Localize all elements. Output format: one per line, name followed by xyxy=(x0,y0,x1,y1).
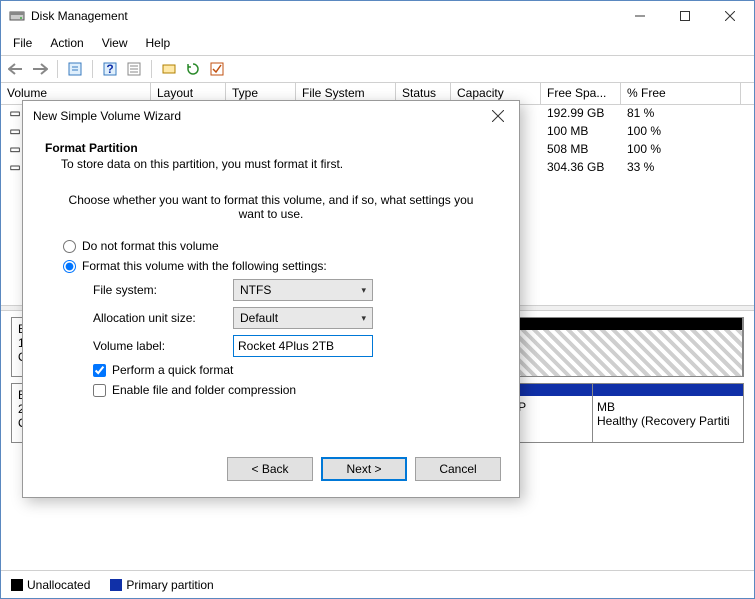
radio-no-format[interactable]: Do not format this volume xyxy=(63,239,479,253)
col-pct-free[interactable]: % Free xyxy=(621,83,741,104)
toolbar: ? xyxy=(1,55,754,83)
menu-view[interactable]: View xyxy=(94,33,136,53)
menu-action[interactable]: Action xyxy=(42,33,91,53)
minimize-button[interactable] xyxy=(617,2,662,30)
volume-icon: ▭ xyxy=(7,106,23,120)
refresh-icon[interactable] xyxy=(184,60,202,78)
svg-text:?: ? xyxy=(106,62,113,76)
properties-icon[interactable] xyxy=(66,60,84,78)
close-button[interactable] xyxy=(707,2,752,30)
col-free-space[interactable]: Free Spa... xyxy=(541,83,621,104)
dialog-titlebar: New Simple Volume Wizard xyxy=(23,101,519,131)
dialog-close-button[interactable] xyxy=(483,101,513,131)
dialog-title: New Simple Volume Wizard xyxy=(33,109,483,123)
detail-view-icon[interactable] xyxy=(125,60,143,78)
volume-icon: ▭ xyxy=(7,124,23,138)
help-icon[interactable]: ? xyxy=(101,60,119,78)
vol-label-label: Volume label: xyxy=(93,339,233,353)
partition-recovery[interactable]: MB Healthy (Recovery Partiti xyxy=(593,384,743,442)
file-system-select[interactable]: NTFS ▾ xyxy=(233,279,373,301)
chevron-down-icon: ▾ xyxy=(361,285,366,296)
menu-help[interactable]: Help xyxy=(138,33,179,53)
titlebar: Disk Management xyxy=(1,1,754,31)
volume-icon: ▭ xyxy=(7,160,23,174)
dialog-header: Format Partition To store data on this p… xyxy=(23,131,519,171)
swatch-primary xyxy=(110,579,122,591)
radio-no-format-input[interactable] xyxy=(63,240,76,253)
menu-file[interactable]: File xyxy=(5,33,40,53)
settings-check-icon[interactable] xyxy=(208,60,226,78)
fs-label: File system: xyxy=(93,283,233,297)
maximize-button[interactable] xyxy=(662,2,707,30)
allocation-size-select[interactable]: Default ▾ xyxy=(233,307,373,329)
back-button[interactable]: < Back xyxy=(227,457,313,481)
new-volume-wizard-dialog: New Simple Volume Wizard Format Partitio… xyxy=(22,100,520,498)
menubar: File Action View Help xyxy=(1,31,754,55)
app-icon xyxy=(9,8,25,24)
back-icon[interactable] xyxy=(7,60,25,78)
compression-checkbox[interactable]: Enable file and folder compression xyxy=(93,383,479,397)
action-list-icon[interactable] xyxy=(160,60,178,78)
quick-format-input[interactable] xyxy=(93,364,106,377)
dialog-subtitle: To store data on this partition, you mus… xyxy=(45,157,497,171)
swatch-unallocated xyxy=(11,579,23,591)
quick-format-checkbox[interactable]: Perform a quick format xyxy=(93,363,479,377)
legend: Unallocated Primary partition xyxy=(1,570,754,598)
window-title: Disk Management xyxy=(31,9,617,23)
volume-icon: ▭ xyxy=(7,142,23,156)
chevron-down-icon: ▾ xyxy=(361,313,366,324)
cancel-button[interactable]: Cancel xyxy=(415,457,501,481)
forward-icon[interactable] xyxy=(31,60,49,78)
radio-format[interactable]: Format this volume with the following se… xyxy=(63,259,479,273)
dialog-heading: Format Partition xyxy=(45,141,497,155)
alloc-label: Allocation unit size: xyxy=(93,311,233,325)
volume-label-input[interactable] xyxy=(233,335,373,357)
dialog-intro: Choose whether you want to format this v… xyxy=(63,193,479,221)
compression-input[interactable] xyxy=(93,384,106,397)
next-button[interactable]: Next > xyxy=(321,457,407,481)
radio-format-input[interactable] xyxy=(63,260,76,273)
